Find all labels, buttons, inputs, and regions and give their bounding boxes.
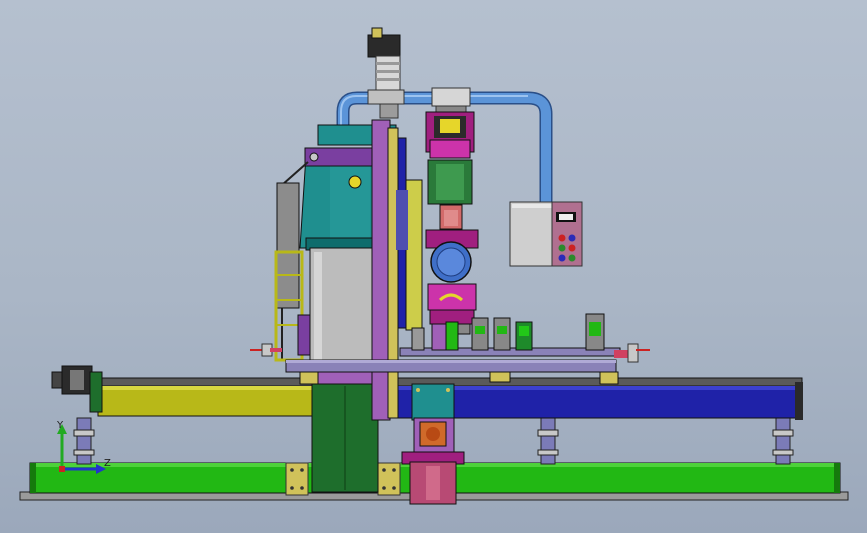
- spindle-head: [425, 87, 479, 335]
- leveling-foot-left: [73, 417, 95, 465]
- base-plate-right: [377, 462, 401, 496]
- y-axis-label: Y: [56, 420, 64, 431]
- z-axis-label: Z: [104, 458, 111, 469]
- column-frame: [371, 119, 423, 421]
- leveling-foot-mid: [537, 417, 559, 465]
- machine-cad-view: Y Z: [19, 27, 849, 505]
- leveling-foot-right: [772, 417, 794, 465]
- beam-motor: [51, 365, 103, 413]
- control-box: [509, 201, 583, 267]
- base-plate-left: [285, 462, 309, 496]
- servo-motor: [367, 27, 405, 119]
- table-clamp-right: [614, 343, 650, 363]
